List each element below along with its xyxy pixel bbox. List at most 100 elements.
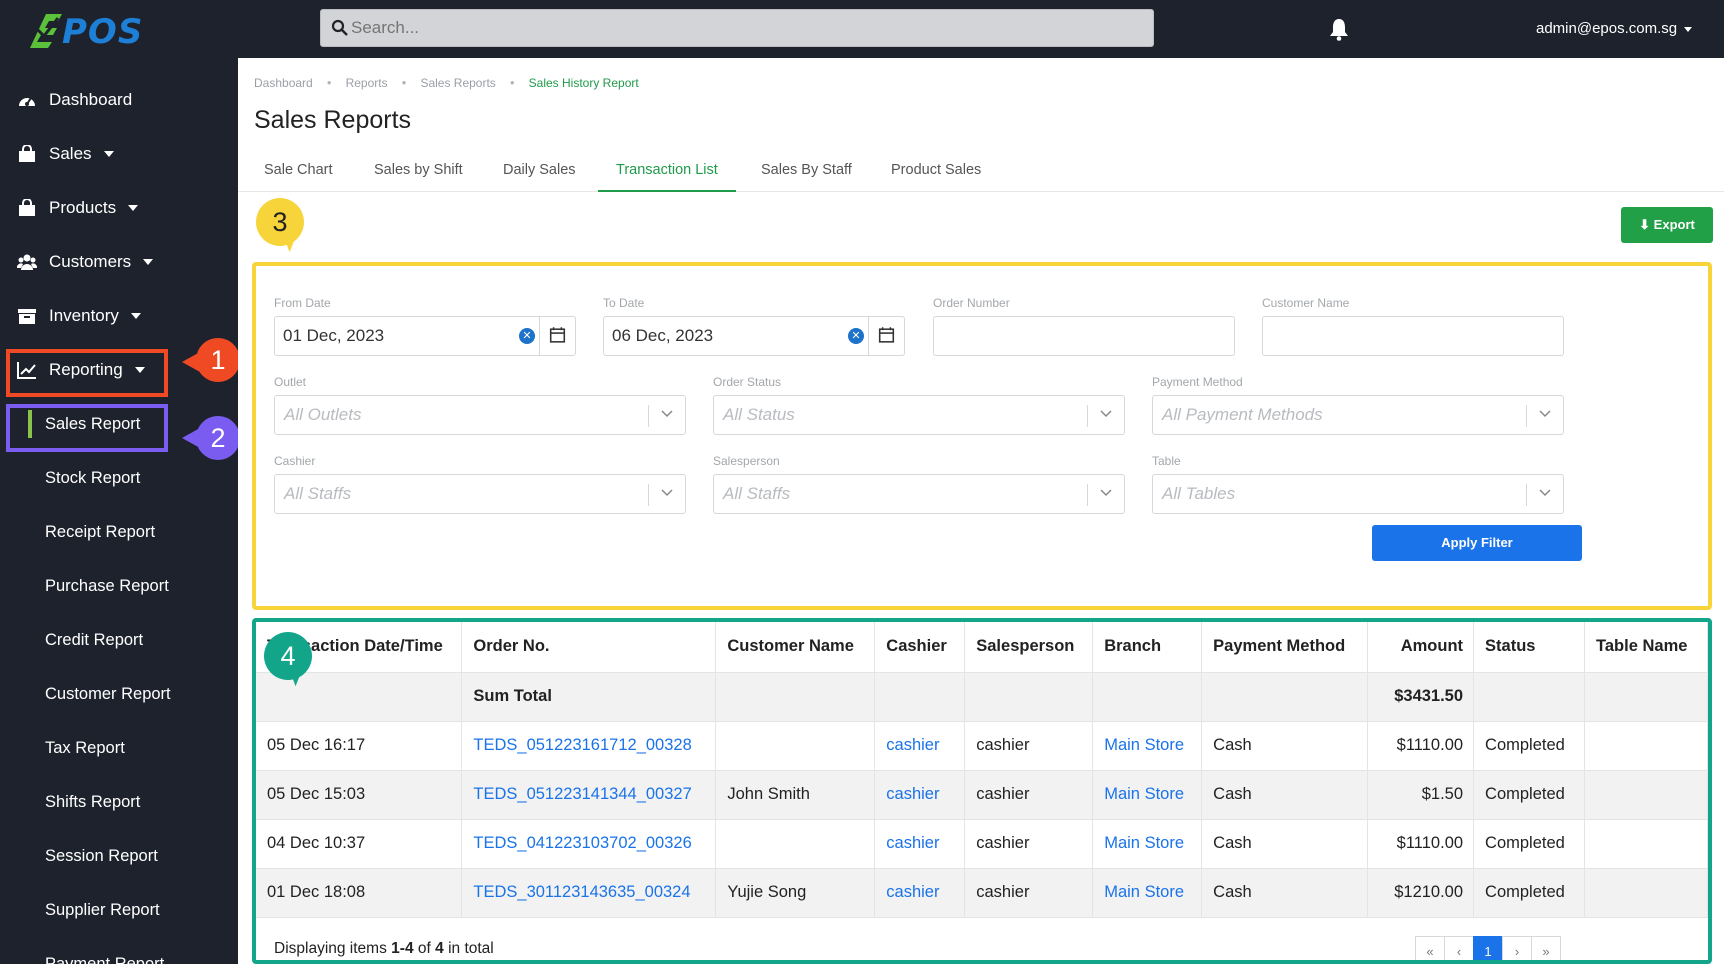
apply-filter-button[interactable]: Apply Filter — [1372, 525, 1582, 561]
to-date-field[interactable]: 06 Dec, 2023 ✕ — [603, 316, 905, 356]
sidebar-subitem-label: Payment Report — [45, 954, 165, 964]
table-row: 04 Dec 10:37 TEDS_041223103702_00326 cas… — [256, 819, 1708, 869]
sidebar-item-customers[interactable]: Customers — [0, 242, 238, 282]
cashier-link[interactable]: cashier — [874, 770, 966, 820]
order-status-select[interactable]: All Status — [713, 395, 1125, 435]
order-link[interactable]: TEDS_041223103702_00326 — [461, 819, 717, 869]
epos-logo[interactable]: POS — [28, 8, 148, 52]
top-bar: POS admin@epos.com.sg — [0, 0, 1724, 58]
sum-total-label: Sum Total — [461, 672, 717, 722]
from-date-label: From Date — [274, 296, 331, 310]
next-page-button[interactable]: › — [1502, 936, 1532, 960]
sidebar-subitem-shifts-report[interactable]: Shifts Report — [0, 782, 238, 822]
column-header[interactable]: Status — [1473, 622, 1586, 673]
cell-salesperson: cashier — [964, 819, 1094, 869]
column-header[interactable]: Salesperson — [964, 622, 1094, 673]
branch-link[interactable]: Main Store — [1092, 721, 1203, 771]
calendar-icon[interactable] — [868, 317, 904, 355]
calendar-icon[interactable] — [539, 317, 575, 355]
cell-customer — [715, 721, 876, 771]
cell-table — [1584, 819, 1708, 869]
search-bar[interactable] — [320, 9, 1154, 47]
column-header[interactable]: Payment Method — [1201, 622, 1369, 673]
sidebar-item-dashboard[interactable]: Dashboard — [0, 80, 238, 120]
tab-sales-by-staff[interactable]: Sales By Staff — [743, 148, 870, 192]
sidebar-subitem-credit-report[interactable]: Credit Report — [0, 620, 238, 660]
sidebar-subitem-purchase-report[interactable]: Purchase Report — [0, 566, 238, 606]
export-button[interactable]: ⬇ Export — [1621, 207, 1713, 243]
user-menu[interactable]: admin@epos.com.sg — [1536, 20, 1693, 37]
cashier-link[interactable]: cashier — [874, 721, 966, 771]
prev-page-button[interactable]: ‹ — [1444, 936, 1474, 960]
sidebar-subitem-customer-report[interactable]: Customer Report — [0, 674, 238, 714]
users-icon — [17, 254, 37, 270]
download-icon: ⬇ — [1639, 217, 1651, 232]
sidebar-item-products[interactable]: Products — [0, 188, 238, 228]
tab-transaction-list[interactable]: Transaction List — [598, 148, 736, 192]
cashier-link[interactable]: cashier — [874, 819, 966, 869]
breadcrumb-separator: ● — [509, 78, 515, 87]
clear-icon[interactable]: ✕ — [519, 328, 535, 344]
first-page-button[interactable]: « — [1415, 936, 1445, 960]
order-number-input[interactable] — [933, 316, 1235, 356]
search-input[interactable] — [351, 10, 1141, 46]
branch-link[interactable]: Main Store — [1092, 868, 1203, 918]
column-header[interactable]: Branch — [1092, 622, 1203, 673]
sidebar-subitem-label: Customer Report — [45, 684, 171, 703]
sidebar-item-sales[interactable]: Sales — [0, 134, 238, 174]
outlet-select[interactable]: All Outlets — [274, 395, 686, 435]
sidebar-subitem-label: Credit Report — [45, 630, 144, 649]
cashier-link[interactable]: cashier — [874, 868, 966, 918]
order-link[interactable]: TEDS_051223161712_00328 — [461, 721, 717, 771]
sidebar-subitem-tax-report[interactable]: Tax Report — [0, 728, 238, 768]
column-header[interactable]: Customer Name — [715, 622, 876, 673]
sidebar-subitem-session-report[interactable]: Session Report — [0, 836, 238, 876]
cashier-label: Cashier — [274, 454, 316, 468]
order-link[interactable]: TEDS_051223141344_00327 — [461, 770, 717, 820]
breadcrumb-item[interactable]: Reports — [346, 76, 388, 90]
from-date-field[interactable]: 01 Dec, 2023 ✕ — [274, 316, 576, 356]
sidebar-subitem-stock-report[interactable]: Stock Report — [0, 458, 238, 498]
shopping-bag-icon — [19, 145, 35, 162]
caret-down-icon — [143, 259, 154, 265]
branch-link[interactable]: Main Store — [1092, 819, 1203, 869]
annotation-bubble-2: 2 — [182, 416, 240, 460]
sidebar-subitem-label: Purchase Report — [45, 576, 169, 595]
sidebar-item-inventory[interactable]: Inventory — [0, 296, 238, 336]
sidebar-subitem-payment-report[interactable]: Payment Report — [0, 944, 238, 964]
sum-total-row: Sum Total $3431.50 — [256, 672, 1708, 722]
customer-name-input[interactable] — [1262, 316, 1564, 356]
breadcrumb-item[interactable]: Sales Reports — [420, 76, 495, 90]
dashboard-icon — [19, 97, 35, 106]
order-link[interactable]: TEDS_301123143635_00324 — [461, 868, 717, 918]
chevron-down-icon — [1539, 489, 1551, 497]
column-header[interactable]: Order No. — [461, 622, 717, 673]
column-header[interactable]: Cashier — [874, 622, 966, 673]
report-tabs: Sale Chart Sales by Shift Daily Sales Tr… — [238, 148, 1724, 192]
tab-sales-by-shift[interactable]: Sales by Shift — [356, 148, 481, 192]
sidebar-subitem-supplier-report[interactable]: Supplier Report — [0, 890, 238, 930]
cashier-select[interactable]: All Staffs — [274, 474, 686, 514]
clear-icon[interactable]: ✕ — [848, 328, 864, 344]
sidebar-item-label: Customers — [49, 252, 132, 271]
last-page-button[interactable]: » — [1531, 936, 1561, 960]
branch-link[interactable]: Main Store — [1092, 770, 1203, 820]
sidebar-subitem-receipt-report[interactable]: Receipt Report — [0, 512, 238, 552]
tab-daily-sales[interactable]: Daily Sales — [485, 148, 594, 192]
salesperson-select[interactable]: All Staffs — [713, 474, 1125, 514]
page-button-1[interactable]: 1 — [1473, 936, 1503, 960]
tab-product-sales[interactable]: Product Sales — [873, 148, 999, 192]
cell-payment: Cash — [1201, 721, 1369, 771]
tab-sale-chart[interactable]: Sale Chart — [246, 148, 351, 192]
to-date-label: To Date — [603, 296, 645, 310]
table-select[interactable]: All Tables — [1152, 474, 1564, 514]
breadcrumb-item[interactable]: Dashboard — [254, 76, 313, 90]
bell-icon[interactable] — [1328, 17, 1350, 41]
column-header[interactable]: Table Name — [1584, 622, 1708, 673]
pagination: « ‹ 1 › » — [1415, 936, 1561, 960]
payment-method-select[interactable]: All Payment Methods — [1152, 395, 1564, 435]
column-header[interactable]: Amount — [1367, 622, 1475, 673]
cell-status: Completed — [1473, 770, 1586, 820]
breadcrumb: Dashboard ● Reports ● Sales Reports ● Sa… — [254, 76, 639, 90]
sidebar-subitem-label: Shifts Report — [45, 792, 141, 811]
